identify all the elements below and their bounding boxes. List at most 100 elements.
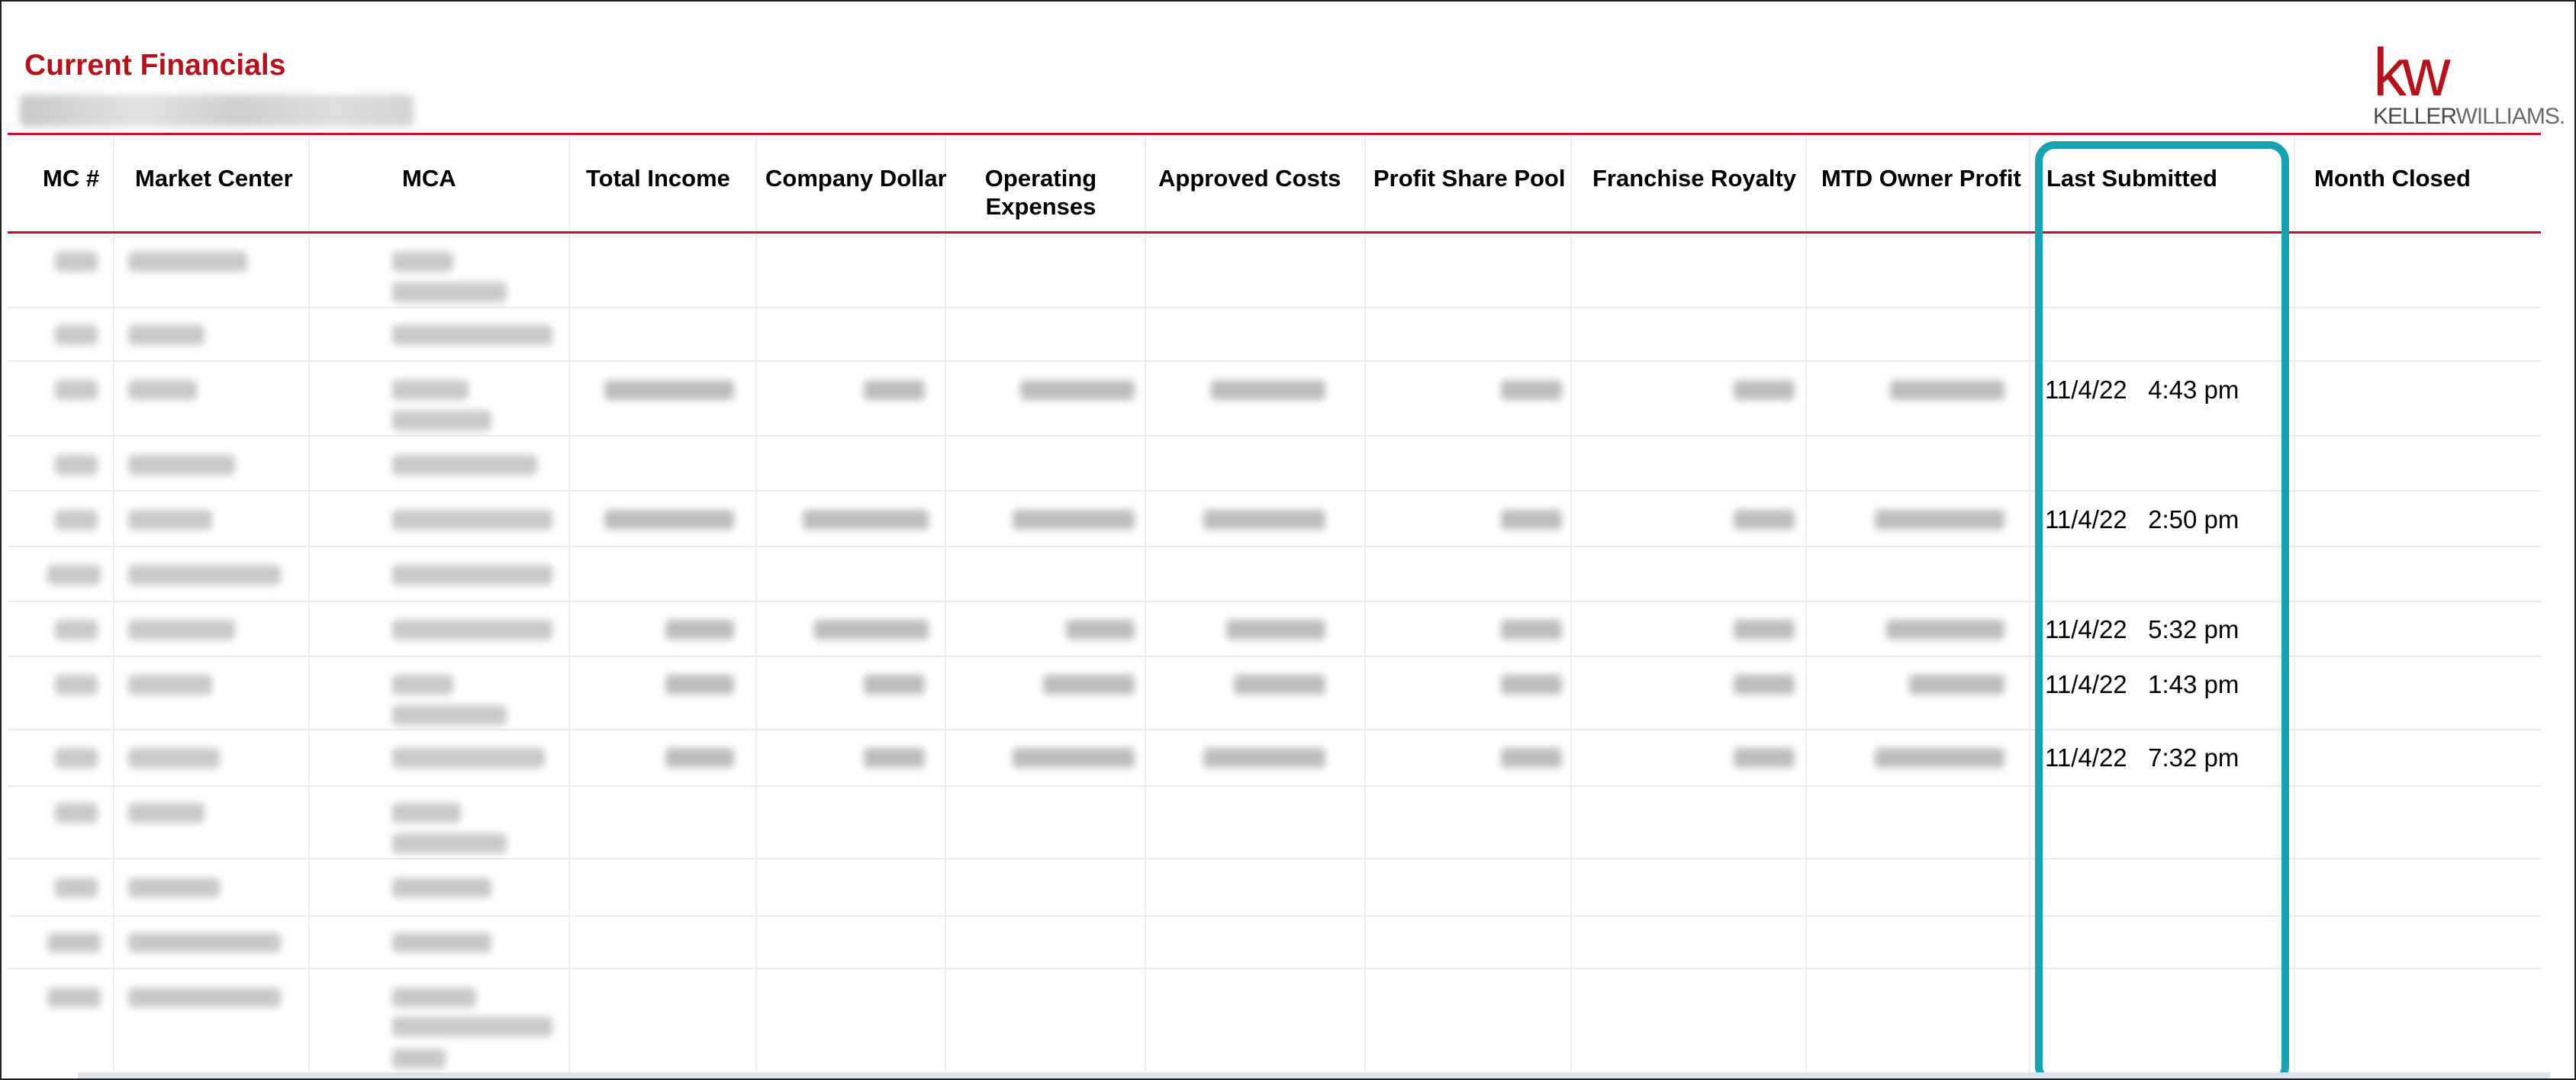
redacted-cell	[1043, 675, 1135, 695]
redacted-cell	[392, 411, 491, 430]
redacted-cell	[392, 455, 537, 475]
redacted-cell	[1501, 510, 1562, 530]
redacted-cell	[128, 803, 204, 823]
column-divider	[1145, 136, 1146, 1078]
redacted-cell	[128, 510, 212, 530]
redacted-cell	[392, 1017, 552, 1036]
last-submitted-highlight	[2035, 141, 2289, 1078]
redacted-cell	[55, 620, 98, 640]
redacted-cell	[604, 380, 734, 400]
redacted-cell	[392, 1049, 446, 1069]
header-mca: MCA	[402, 165, 456, 192]
redacted-cell	[128, 878, 220, 898]
redacted-cell	[128, 675, 212, 695]
column-divider	[1364, 136, 1366, 1078]
column-divider	[1805, 136, 1807, 1078]
redacted-cell	[1013, 748, 1135, 768]
redacted-cell	[864, 675, 925, 695]
keller-williams-logo: kw KELLERWILLIAMS.	[2367, 34, 2565, 130]
logo-mark: kw	[2373, 34, 2451, 110]
header-operating-expenses-line1: Operating	[984, 165, 1097, 192]
redacted-cell	[1226, 620, 1325, 640]
column-divider	[113, 136, 114, 1078]
redacted-cell	[392, 325, 552, 345]
redacted-cell	[864, 380, 925, 400]
redacted-cell	[55, 675, 98, 695]
header-approved-costs: Approved Costs	[1158, 165, 1341, 192]
redacted-cell	[1734, 748, 1795, 768]
redacted-cell	[1203, 748, 1325, 768]
column-divider	[568, 136, 570, 1078]
redacted-cell	[665, 675, 734, 695]
logo-wordmark: KELLERWILLIAMS.	[2373, 104, 2565, 130]
redacted-cell	[1234, 675, 1325, 695]
redacted-cell	[128, 252, 247, 272]
column-divider	[755, 136, 757, 1078]
redacted-cell	[392, 252, 453, 272]
redacted-cell	[1875, 510, 2004, 530]
redacted-cell	[128, 380, 197, 400]
redacted-cell	[803, 510, 929, 530]
redacted-cell	[55, 878, 98, 898]
header-total-income: Total Income	[586, 165, 730, 192]
column-divider	[2029, 136, 2030, 1078]
header-month-closed: Month Closed	[2314, 165, 2471, 192]
redacted-cell	[1734, 510, 1795, 530]
redacted-cell	[1886, 620, 2004, 640]
redacted-cell	[392, 510, 552, 530]
column-divider	[2294, 136, 2295, 1078]
redacted-cell	[128, 988, 281, 1007]
column-divider	[945, 136, 946, 1078]
redacted-cell	[665, 748, 734, 768]
report-title: Current Financials	[24, 49, 286, 82]
redacted-cell	[392, 620, 552, 640]
logo-name-part1: KELLER	[2373, 104, 2457, 129]
redacted-cell	[1909, 675, 2004, 695]
redacted-cell	[1066, 620, 1135, 640]
redacted-cell	[1734, 380, 1795, 400]
redacted-cell	[392, 565, 552, 585]
redacted-cell	[55, 455, 98, 475]
redacted-cell	[1020, 380, 1135, 400]
redacted-cell	[55, 380, 98, 400]
redacted-cell	[1734, 620, 1795, 640]
redacted-cell	[1890, 380, 2004, 400]
redacted-cell	[814, 620, 929, 640]
redacted-cell	[55, 803, 98, 823]
redacted-cell	[1203, 510, 1325, 530]
redacted-cell	[1013, 510, 1135, 530]
redacted-cell	[392, 748, 545, 768]
redacted-cell	[47, 933, 101, 953]
header-operating-expenses-line2: Expenses	[985, 193, 1096, 220]
redacted-cell	[1501, 675, 1562, 695]
redacted-cell	[128, 620, 235, 640]
redacted-cell	[392, 878, 491, 898]
redacted-cell	[128, 325, 204, 345]
redacted-cell	[665, 620, 734, 640]
redacted-cell	[55, 252, 98, 272]
redacted-cell	[864, 748, 925, 768]
column-divider	[1570, 136, 1572, 1078]
redacted-cell	[604, 510, 734, 530]
header-operating-expenses: Operating Expenses	[964, 164, 1117, 221]
header-mc-number: MC #	[43, 165, 100, 192]
redacted-cell	[392, 933, 491, 953]
redacted-cell	[392, 833, 507, 853]
redacted-cell	[47, 565, 101, 585]
redacted-cell	[392, 705, 507, 725]
redacted-cell	[55, 325, 98, 345]
redacted-cell	[392, 282, 507, 302]
header-company-dollar: Company Dollar	[765, 165, 947, 192]
redacted-subtitle	[20, 95, 414, 127]
redacted-cell	[128, 565, 281, 585]
redacted-cell	[47, 988, 101, 1007]
horizontal-scrollbar[interactable]	[78, 1072, 2550, 1078]
redacted-cell	[1501, 620, 1562, 640]
title-divider	[8, 133, 2541, 135]
redacted-cell	[1211, 380, 1325, 400]
redacted-cell	[1875, 748, 2004, 768]
redacted-cell	[1501, 748, 1562, 768]
redacted-cell	[1734, 675, 1795, 695]
redacted-cell	[392, 988, 476, 1007]
report-frame: Current Financials kw KELLERWILLIAMS. MC…	[0, 0, 2576, 1080]
